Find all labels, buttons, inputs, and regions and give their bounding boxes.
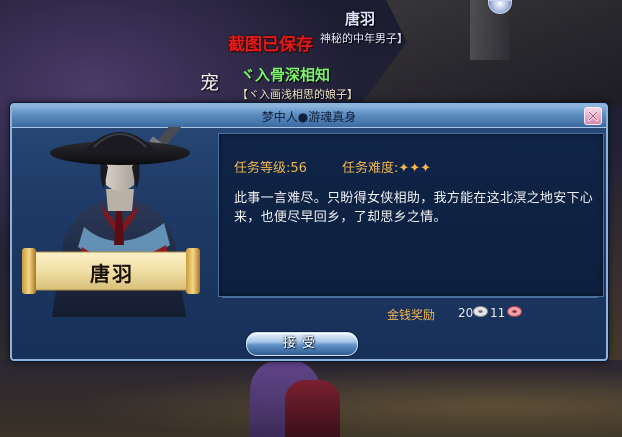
background-character-2 xyxy=(285,380,340,437)
npc-overhead-title: 神秘的中年男子】 xyxy=(320,32,408,45)
player-name[interactable]: ヾ入骨深相知 xyxy=(240,64,330,85)
game-scene: 唐羽 神秘的中年男子】 截图已保存 宠 ヾ入骨深相知 【ヾ入画浅相思的娘子】 梦… xyxy=(0,0,622,437)
accept-button[interactable]: 接受 xyxy=(246,332,358,356)
reward-silver-amount: 20 xyxy=(458,306,474,320)
reward-copper-amount: 11 xyxy=(490,306,506,320)
player-title: 【ヾ入画浅相思的娘子】 xyxy=(237,88,358,101)
copper-coin-icon xyxy=(507,306,522,317)
task-difficulty: 任务难度:✦✦✦ xyxy=(342,161,432,176)
divider xyxy=(222,297,598,298)
silver-coin-icon xyxy=(473,306,488,317)
close-icon xyxy=(587,110,599,122)
close-button[interactable] xyxy=(584,107,602,125)
dialog-title: 梦中人●游魂真身 xyxy=(261,110,357,124)
portrait-npc-name: 唐羽 xyxy=(90,262,134,286)
quest-dialog: 梦中人●游魂真身 唐羽 任务等级:56 任务难度:✦✦✦ 此事一言难尽。只盼得女… xyxy=(10,103,608,361)
screenshot-saved-notice: 截图已保存 xyxy=(228,35,313,55)
quest-description: 此事一言难尽。只盼得女侠相助，我方能在这北溟之地安下心来，也便尽早回乡，了却思乡… xyxy=(234,191,594,225)
npc-portrait xyxy=(50,127,190,317)
dialog-titlebar[interactable]: 梦中人●游魂真身 xyxy=(12,105,606,128)
task-level: 任务等级:56 xyxy=(234,161,307,176)
reward-label: 金钱奖励 xyxy=(387,308,436,322)
npc-overhead-name[interactable]: 唐羽 xyxy=(345,8,375,29)
pet-label: 宠 xyxy=(200,72,220,94)
